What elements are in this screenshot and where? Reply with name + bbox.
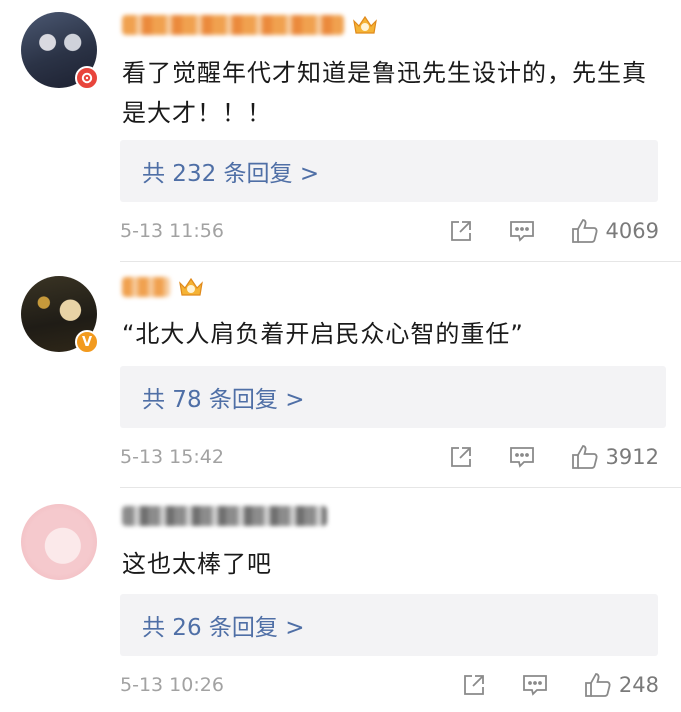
reply-button[interactable] [508, 444, 536, 470]
comment-icon [509, 221, 534, 242]
comment-text: 这也太棒了吧 [122, 550, 272, 578]
comment-item: V “北大人肩负着开启民众心智的重任” 共 78 条回复 > 5-13 15:4… [0, 262, 681, 488]
view-replies-button[interactable]: 共 26 条回复 > [120, 594, 658, 656]
verified-badge-icon [75, 66, 99, 90]
share-button[interactable] [461, 672, 487, 698]
like-button[interactable]: 248 [583, 671, 659, 699]
like-button[interactable]: 4069 [570, 217, 659, 245]
avatar[interactable] [21, 12, 99, 90]
comment-text: “北大人肩负着开启民众心智的重任” [122, 320, 524, 348]
comment-time: 5-13 10:26 [120, 674, 224, 696]
username-blurred[interactable] [122, 506, 327, 526]
comment-item: 这也太棒了吧 共 26 条回复 > 5-13 10:26 248 [0, 488, 681, 712]
comment-actions: 248 [461, 671, 659, 699]
thumbs-up-icon [571, 445, 598, 469]
thumbs-up-icon [571, 219, 598, 243]
avatar-image [21, 504, 97, 580]
avatar[interactable] [21, 504, 97, 580]
view-replies-button[interactable]: 共 232 条回复 > [120, 140, 658, 202]
comment-icon [523, 675, 547, 696]
share-icon [450, 221, 471, 241]
like-count: 248 [618, 673, 659, 697]
like-count: 4069 [605, 219, 659, 243]
comment-actions: 3912 [448, 443, 659, 471]
share-icon [450, 447, 471, 467]
comment-item: 看了觉醒年代才知道是鲁迅先生设计的，先生真是大才！！！ 共 232 条回复 > … [0, 0, 681, 262]
comment-icon [509, 447, 534, 468]
thumbs-up-icon [585, 673, 611, 697]
reply-button[interactable] [521, 672, 549, 698]
username-row [122, 14, 378, 36]
share-button[interactable] [448, 444, 474, 470]
username-blurred[interactable] [122, 15, 344, 35]
username-row [122, 276, 204, 298]
vip-badge-icon: V [75, 330, 99, 354]
username-row [122, 506, 327, 526]
crown-icon [353, 15, 377, 34]
comment-text: 看了觉醒年代才知道是鲁迅先生设计的，先生真是大才！！！ [122, 59, 647, 127]
share-icon [464, 675, 484, 695]
username-blurred[interactable] [122, 277, 170, 297]
view-replies-button[interactable]: 共 78 条回复 > [120, 366, 666, 428]
avatar[interactable]: V [21, 276, 99, 354]
comment-actions: 4069 [448, 217, 659, 245]
like-button[interactable]: 3912 [570, 443, 659, 471]
like-count: 3912 [605, 445, 659, 469]
comment-time: 5-13 15:42 [120, 446, 224, 468]
comment-meta: 5-13 11:56 4069 [120, 216, 659, 246]
comment-meta: 5-13 15:42 3912 [120, 442, 659, 472]
share-button[interactable] [448, 218, 474, 244]
comment-time: 5-13 11:56 [120, 220, 224, 242]
crown-icon [179, 277, 203, 296]
reply-button[interactable] [508, 218, 536, 244]
comment-meta: 5-13 10:26 248 [120, 670, 659, 700]
